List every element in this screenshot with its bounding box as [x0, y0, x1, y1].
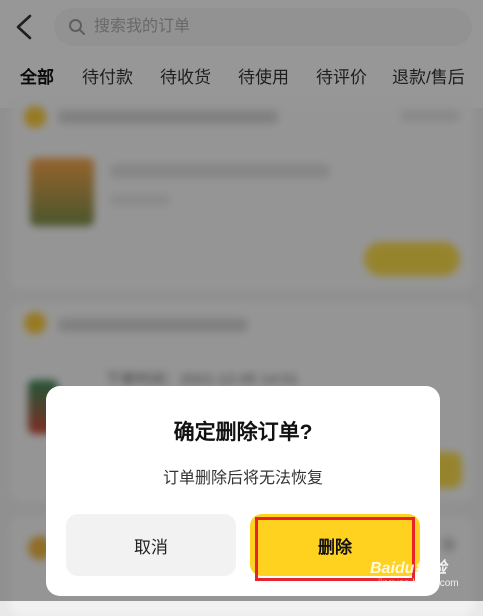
baidu-watermark: Baidu经验 jingyan.baidu.com — [368, 548, 480, 598]
dialog-message: 订单删除后将无法恢复 — [162, 470, 323, 487]
watermark-brand: Baidu经验 — [370, 560, 447, 577]
dialog-title: 确定删除订单? — [173, 421, 313, 444]
watermark-sub: jingyan.baidu.com — [378, 578, 459, 589]
cancel-button[interactable]: 取消 — [66, 514, 236, 576]
